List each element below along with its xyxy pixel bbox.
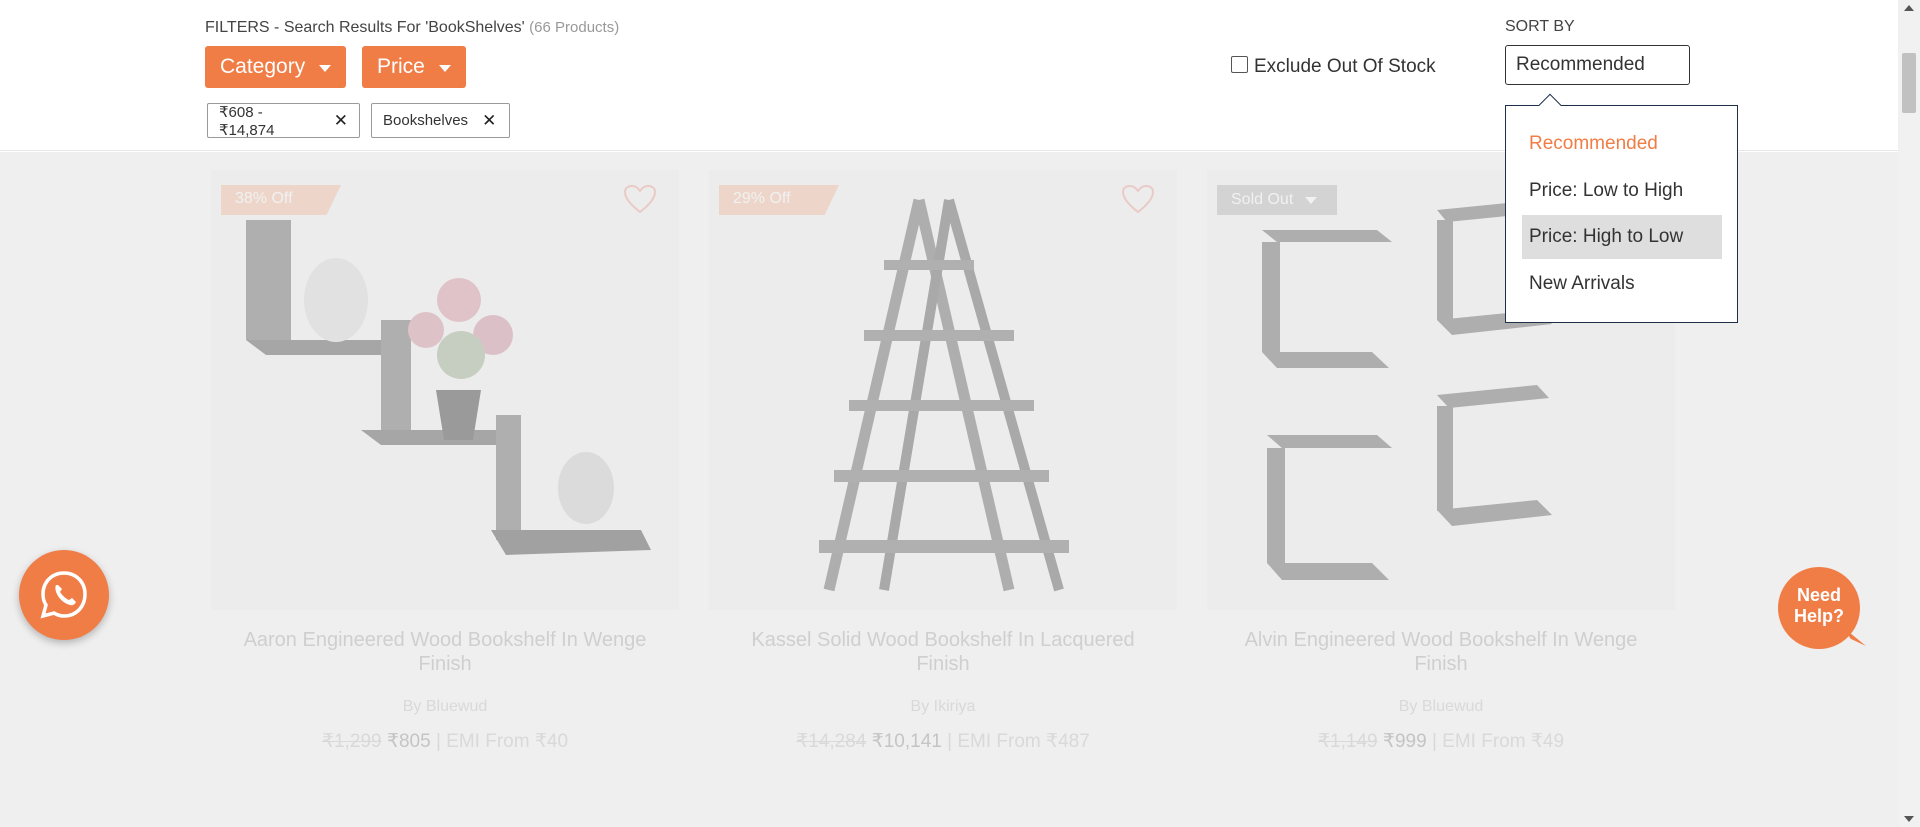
emi-text: | EMI From ₹40 xyxy=(435,731,569,752)
product-card[interactable]: 38% Off Aaron Engineered Wood Bookshelf … xyxy=(211,170,679,770)
filters-title: FILTERS - Search Results For 'BookShelve… xyxy=(205,19,619,37)
emi-text: | EMI From ₹49 xyxy=(1431,731,1565,752)
whatsapp-icon xyxy=(40,571,87,619)
chip-label: ₹608 - ₹14,874 xyxy=(219,103,275,139)
product-title[interactable]: Aaron Engineered Wood Bookshelf In Wenge… xyxy=(211,628,679,676)
sort-dropdown: Recommended Price: Low to High Price: Hi… xyxy=(1505,93,1738,323)
close-icon[interactable]: ✕ xyxy=(334,111,348,131)
sort-option-recommended[interactable]: Recommended xyxy=(1522,122,1722,166)
need-help-label: Need Help? xyxy=(1793,585,1844,626)
need-help-button[interactable]: Need Help? xyxy=(1778,567,1866,649)
scrollbar[interactable] xyxy=(1898,0,1920,827)
product-title[interactable]: Alvin Engineered Wood Bookshelf In Wenge… xyxy=(1207,628,1675,676)
exclude-label: Exclude Out Of Stock xyxy=(1254,56,1436,77)
price-filter-button[interactable]: Price xyxy=(362,46,466,88)
scroll-thumb[interactable] xyxy=(1902,53,1916,113)
product-title[interactable]: Kassel Solid Wood Bookshelf In Lacquered… xyxy=(709,628,1177,676)
wishlist-heart-icon[interactable] xyxy=(1121,184,1155,214)
price-filter-label: Price xyxy=(377,55,425,78)
emi-text: | EMI From ₹487 xyxy=(947,731,1090,752)
sort-select[interactable]: Recommended xyxy=(1505,45,1690,85)
selling-price: ₹805 xyxy=(386,731,431,752)
whatsapp-button[interactable] xyxy=(19,550,109,640)
sort-option-new-arrivals[interactable]: New Arrivals xyxy=(1522,262,1722,306)
scroll-down-icon[interactable] xyxy=(1904,816,1914,822)
caret-down-icon xyxy=(438,64,451,72)
product-brand[interactable]: By Bluewud xyxy=(211,698,679,716)
discount-badge: 29% Off xyxy=(719,185,839,215)
sort-option-price-high-low[interactable]: Price: High to Low xyxy=(1522,215,1722,259)
sort-by-label: SORT BY xyxy=(1505,18,1575,35)
selling-price: ₹10,141 xyxy=(871,731,942,752)
selling-price: ₹999 xyxy=(1382,731,1427,752)
price-range-chip[interactable]: ₹608 - ₹14,874 ✕ xyxy=(207,103,360,139)
category-chip[interactable]: Bookshelves ✕ xyxy=(371,103,510,138)
product-image[interactable] xyxy=(709,170,1177,610)
chip-label: Bookshelves xyxy=(383,112,469,129)
category-filter-label: Category xyxy=(220,55,306,78)
wishlist-heart-icon[interactable] xyxy=(623,184,657,214)
sold-out-label: Sold Out xyxy=(1231,191,1294,208)
product-price: ₹1,149 ₹999 | EMI From ₹49 xyxy=(1207,730,1675,753)
product-price: ₹14,284 ₹10,141 | EMI From ₹487 xyxy=(709,730,1177,753)
close-icon[interactable]: ✕ xyxy=(482,111,496,131)
product-price: ₹1,299 ₹805 | EMI From ₹40 xyxy=(211,730,679,753)
product-count: (66 Products) xyxy=(529,19,620,36)
caret-down-icon xyxy=(1305,196,1318,204)
discount-badge: 38% Off xyxy=(221,185,341,215)
product-brand[interactable]: By Bluewud xyxy=(1207,698,1675,716)
product-card[interactable]: 29% Off Kassel Solid Wood Bookshelf In L… xyxy=(709,170,1177,770)
product-image[interactable] xyxy=(211,170,679,610)
category-filter-button[interactable]: Category xyxy=(205,46,347,88)
exclude-out-of-stock[interactable]: Exclude Out Of Stock xyxy=(1231,55,1436,78)
mrp: ₹1,149 xyxy=(1317,731,1378,752)
mrp: ₹14,284 xyxy=(796,731,867,752)
sold-out-badge[interactable]: Sold Out xyxy=(1217,185,1337,215)
product-brand[interactable]: By Ikiriya xyxy=(709,698,1177,716)
caret-down-icon xyxy=(319,64,332,72)
exclude-checkbox[interactable] xyxy=(1231,55,1248,73)
scroll-up-icon[interactable] xyxy=(1904,5,1914,11)
sort-option-price-low-high[interactable]: Price: Low to High xyxy=(1522,169,1722,213)
mrp: ₹1,299 xyxy=(321,731,382,752)
filters-title-text: FILTERS - Search Results For 'BookShelve… xyxy=(205,19,525,36)
